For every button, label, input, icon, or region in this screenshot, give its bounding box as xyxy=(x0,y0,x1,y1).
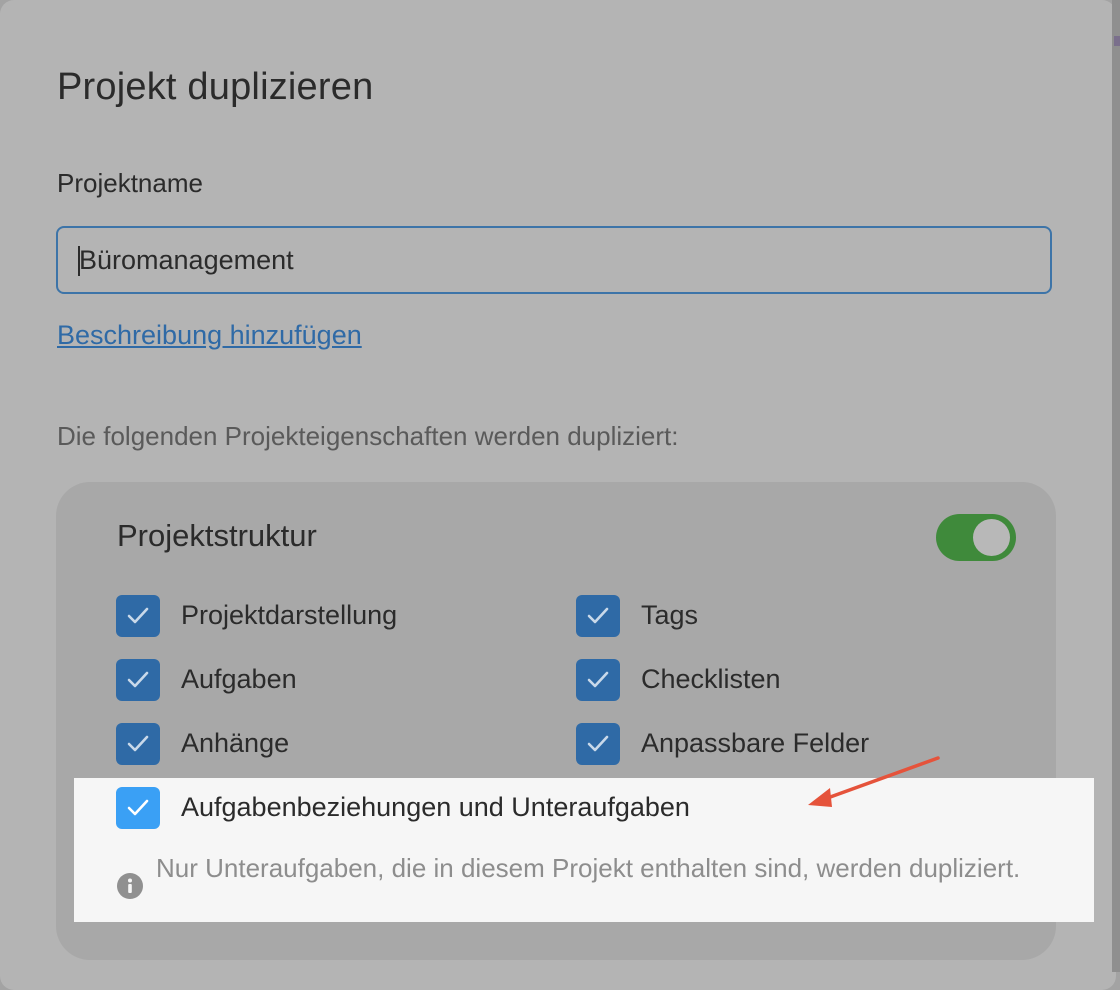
checkbox-projektdarstellung[interactable] xyxy=(116,595,160,637)
properties-intro-text: Die folgenden Projekteigenschaften werde… xyxy=(57,421,679,451)
dialog-title: Projekt duplizieren xyxy=(57,66,374,108)
label-checklisten: Checklisten xyxy=(641,664,781,694)
text-caret xyxy=(78,246,80,276)
arrow-icon xyxy=(808,756,940,807)
label-projektdarstellung: Projektdarstellung xyxy=(181,600,398,630)
label-anhaenge: Anhänge xyxy=(181,728,290,758)
label-tags: Tags xyxy=(641,600,699,630)
check-icon xyxy=(127,607,149,624)
check-icon xyxy=(587,607,609,624)
project-structure-toggle[interactable] xyxy=(936,514,1016,561)
toggle-knob xyxy=(973,519,1010,556)
background-window-edge xyxy=(1112,0,1120,972)
check-icon xyxy=(587,671,609,688)
checkbox-anpassbare-felder[interactable] xyxy=(576,723,620,765)
checkbox-tags[interactable] xyxy=(576,595,620,637)
checkbox-anhaenge[interactable] xyxy=(116,723,160,765)
label-aufgabenbeziehungen: Aufgabenbeziehungen und Unteraufgaben xyxy=(181,792,690,822)
checkbox-aufgaben[interactable] xyxy=(116,659,160,701)
checkbox-aufgabenbeziehungen[interactable] xyxy=(116,787,160,829)
label-aufgaben: Aufgaben xyxy=(181,664,297,694)
project-name-input[interactable] xyxy=(56,226,1052,294)
project-name-label: Projektname xyxy=(57,168,203,198)
check-icon xyxy=(127,799,149,816)
check-icon xyxy=(127,671,149,688)
check-icon xyxy=(587,735,609,752)
checkbox-checklisten[interactable] xyxy=(576,659,620,701)
subtasks-note: Nur Unteraufgaben, die in diesem Projekt… xyxy=(156,853,1021,883)
info-icon xyxy=(117,873,143,899)
project-structure-title: Projektstruktur xyxy=(117,518,317,553)
add-description-link[interactable]: Beschreibung hinzufügen xyxy=(57,320,362,351)
check-icon xyxy=(127,735,149,752)
background-window-accent xyxy=(1114,36,1120,46)
